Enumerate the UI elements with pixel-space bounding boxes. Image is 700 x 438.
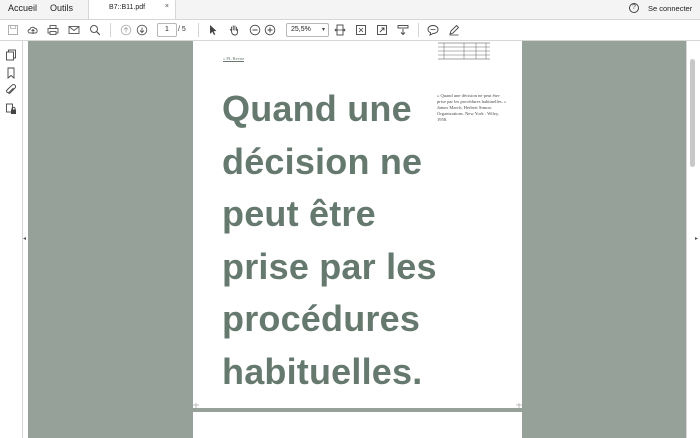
upload-icon[interactable] xyxy=(26,23,40,37)
print-icon[interactable] xyxy=(46,23,60,37)
page-thumbnails-icon[interactable] xyxy=(5,48,17,61)
page-total: / 5 xyxy=(178,26,186,33)
left-side-panel xyxy=(0,41,23,438)
collapse-left-panel-icon[interactable]: ◂ xyxy=(23,235,26,242)
fit-page-icon[interactable] xyxy=(354,23,368,37)
help-icon[interactable]: ? xyxy=(629,3,639,13)
toolbar-divider xyxy=(198,23,199,37)
zoom-level-select[interactable]: 25,5% ▾ xyxy=(286,23,329,37)
table-fragment xyxy=(438,42,490,60)
toolbar-divider xyxy=(418,23,419,37)
document-tab-title: B7::B11.pdf xyxy=(109,4,146,11)
close-tab-icon[interactable]: × xyxy=(165,3,169,10)
pdf-page: « PL Revue Quand une décision ne peut êt… xyxy=(193,41,522,408)
scrollbar-thumb[interactable] xyxy=(690,59,695,167)
vertical-margin-text xyxy=(499,307,503,377)
comment-icon[interactable] xyxy=(426,23,440,37)
toolbar-divider xyxy=(110,23,111,37)
chevron-down-icon: ▾ xyxy=(321,27,325,33)
menu-tools[interactable]: Outils xyxy=(50,3,73,13)
email-icon[interactable] xyxy=(67,23,81,37)
pdf-page-next xyxy=(193,412,522,438)
pen-icon[interactable] xyxy=(447,23,461,37)
collapse-right-panel-icon[interactable]: ▸ xyxy=(695,235,698,242)
select-arrow-icon[interactable] xyxy=(206,23,220,37)
sign-in-link[interactable]: Se connecter xyxy=(648,4,692,13)
attachment-icon[interactable] xyxy=(5,83,17,95)
main-toolbar: 1 / 5 25,5% ▾ xyxy=(0,20,700,41)
zoom-level-value: 25,5% xyxy=(291,26,311,33)
top-menu-bar: Accueil Outils B7::B11.pdf × ? Se connec… xyxy=(0,0,700,20)
page-up-icon[interactable] xyxy=(119,23,133,37)
fit-width-icon[interactable] xyxy=(333,23,347,37)
zoom-in-icon[interactable] xyxy=(263,23,277,37)
hand-icon[interactable] xyxy=(227,23,241,37)
scroll-mode-icon[interactable] xyxy=(396,23,410,37)
bookmark-icon[interactable] xyxy=(5,66,17,79)
security-lock-icon[interactable] xyxy=(5,102,17,114)
fullscreen-icon[interactable] xyxy=(375,23,389,37)
quote-citation: « Quand une décision ne peut être prise … xyxy=(437,93,507,122)
document-tab[interactable]: B7::B11.pdf × xyxy=(88,0,176,19)
page-number-input[interactable]: 1 xyxy=(157,23,177,37)
pull-quote: Quand une décision ne peut être prise pa… xyxy=(222,88,437,392)
save-icon[interactable] xyxy=(6,23,20,37)
search-icon[interactable] xyxy=(88,23,102,37)
revue-link[interactable]: « PL Revue xyxy=(223,56,245,62)
menu-home[interactable]: Accueil xyxy=(8,3,37,13)
zoom-out-icon[interactable] xyxy=(248,23,262,37)
page-down-icon[interactable] xyxy=(135,23,149,37)
